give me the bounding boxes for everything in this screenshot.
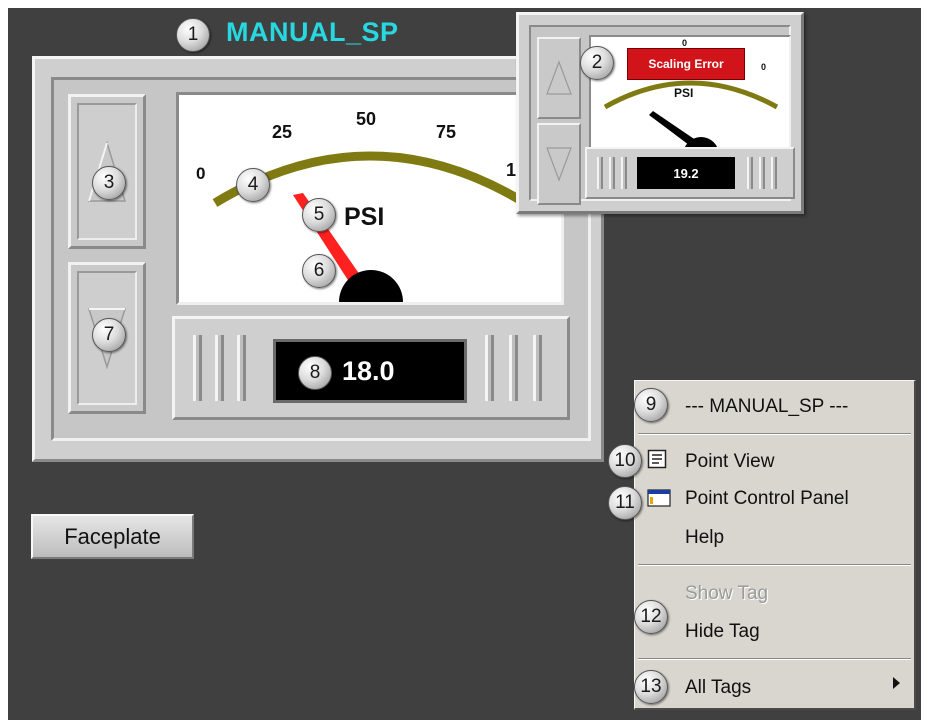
triangle-down-icon xyxy=(546,147,572,182)
point-view-icon xyxy=(647,449,667,469)
value-readout-panel: 18.0 xyxy=(172,316,570,420)
grip-bar xyxy=(509,335,518,401)
scale-label-0: 0 xyxy=(196,164,206,183)
menu-item-point-view[interactable]: Point View xyxy=(685,451,774,473)
grip-bar xyxy=(621,157,627,189)
grip-bar xyxy=(215,335,224,401)
small-scale-label-top: 0 xyxy=(682,38,688,48)
callout-11: 11 xyxy=(608,486,642,520)
menu-item-help[interactable]: Help xyxy=(685,527,724,549)
submenu-arrow-icon xyxy=(893,677,900,689)
context-menu-header: --- MANUAL_SP --- xyxy=(685,396,849,417)
faceplate-button[interactable]: Faceplate xyxy=(31,514,194,559)
scale-label-25: 25 xyxy=(272,122,293,142)
callout-9: 9 xyxy=(634,388,668,422)
scale-label-50: 50 xyxy=(356,109,377,129)
callout-3: 3 xyxy=(92,166,126,200)
scale-label-100: 1 xyxy=(506,160,517,180)
small-scale-label-right: 0 xyxy=(761,62,767,72)
callout-2: 2 xyxy=(580,46,614,80)
menu-item-all-tags[interactable]: All Tags xyxy=(685,677,751,699)
small-decrease-button[interactable] xyxy=(537,123,581,205)
menu-item-point-control-panel[interactable]: Point Control Panel xyxy=(685,488,849,510)
menu-item-show-tag: Show Tag xyxy=(685,583,769,604)
menu-separator xyxy=(638,658,911,660)
small-gauge-unit: PSI xyxy=(674,86,694,100)
small-increase-button[interactable] xyxy=(537,37,581,119)
small-readout-panel: 19.2 xyxy=(585,147,795,199)
grip-bar xyxy=(237,335,246,401)
gauge-unit-label: PSI xyxy=(344,203,385,231)
menu-item-hide-tag[interactable]: Hide Tag xyxy=(685,621,760,643)
callout-13: 13 xyxy=(634,670,668,704)
callout-5: 5 xyxy=(302,198,336,232)
callout-12: 12 xyxy=(634,600,668,634)
grip-bar xyxy=(771,157,777,189)
grip-bar xyxy=(193,335,202,401)
triangle-up-icon xyxy=(546,60,572,95)
grip-bar xyxy=(609,157,615,189)
grip-bar xyxy=(759,157,765,189)
callout-7: 7 xyxy=(92,318,126,352)
menu-separator xyxy=(638,433,911,435)
control-panel-icon xyxy=(647,489,671,507)
callout-10: 10 xyxy=(608,444,642,478)
callout-8: 8 xyxy=(298,356,332,390)
grip-bar xyxy=(747,157,753,189)
context-menu: --- MANUAL_SP --- Point View Point Contr… xyxy=(634,380,916,710)
tag-title: MANUAL_SP xyxy=(226,17,399,47)
scaling-error-badge: Scaling Error xyxy=(627,48,745,80)
grip-bar xyxy=(533,335,542,401)
scale-label-75: 75 xyxy=(436,122,457,142)
grip-bar xyxy=(597,157,603,189)
small-faceplate: 19.2 xyxy=(516,12,804,214)
menu-separator xyxy=(638,564,911,566)
callout-1: 1 xyxy=(176,18,210,52)
small-value-readout: 19.2 xyxy=(637,157,735,189)
callout-4: 4 xyxy=(236,168,270,202)
callout-6: 6 xyxy=(302,254,336,288)
grip-bar xyxy=(485,335,494,401)
